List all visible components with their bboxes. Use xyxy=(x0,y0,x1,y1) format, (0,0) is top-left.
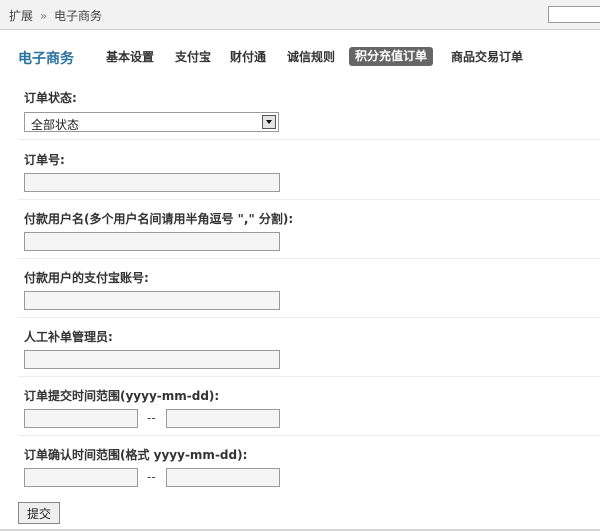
order-no-input[interactable] xyxy=(24,173,280,192)
section-nav: 电子商务 基本设置 支付宝 财付通 诚信规则 积分充值订单 商品交易订单 xyxy=(0,44,600,70)
submit-range-label: 订单提交时间范围(yyyy-mm-dd): xyxy=(24,389,220,403)
breadcrumb-separator: » xyxy=(39,9,48,23)
order-no-label: 订单号: xyxy=(24,153,65,167)
confirm-range-label: 订单确认时间范围(格式 yyyy-mm-dd): xyxy=(24,448,248,462)
row-divider xyxy=(18,258,600,259)
row-divider xyxy=(18,435,600,436)
payer-alipay-input[interactable] xyxy=(24,291,280,310)
tab-alipay[interactable]: 支付宝 xyxy=(175,48,211,67)
payer-username-input[interactable] xyxy=(24,232,280,251)
breadcrumb: 扩展 » 电子商务 xyxy=(9,7,102,24)
confirm-range-separator: -- xyxy=(147,470,156,484)
section-title: 电子商务 xyxy=(18,51,74,67)
manual-admin-label: 人工补单管理员: xyxy=(24,330,113,344)
chevron-down-icon[interactable] xyxy=(262,115,276,129)
breadcrumb-parent[interactable]: 扩展 xyxy=(9,9,33,23)
breadcrumb-current: 电子商务 xyxy=(54,9,103,23)
tab-trade-orders[interactable]: 商品交易订单 xyxy=(451,48,523,67)
tab-tenpay[interactable]: 财付通 xyxy=(230,48,266,67)
manual-admin-input[interactable] xyxy=(24,350,280,369)
payer-username-label: 付款用户名(多个用户名间请用半角逗号 "," 分割): xyxy=(24,212,294,226)
top-search-input[interactable] xyxy=(548,6,600,23)
tab-credit-rules[interactable]: 诚信规则 xyxy=(287,48,335,67)
order-status-select[interactable]: 全部状态 xyxy=(24,112,279,132)
order-status-selected: 全部状态 xyxy=(31,118,80,132)
submit-range-separator: -- xyxy=(147,411,156,425)
order-status-label: 订单状态: xyxy=(24,91,77,105)
row-divider xyxy=(18,139,600,140)
row-divider xyxy=(18,317,600,318)
confirm-range-from-input[interactable] xyxy=(24,468,138,487)
row-divider xyxy=(18,199,600,200)
row-divider xyxy=(18,376,600,377)
confirm-range-to-input[interactable] xyxy=(166,468,280,487)
submit-button[interactable]: 提交 xyxy=(18,502,60,524)
top-bar: 扩展 » 电子商务 xyxy=(0,0,600,30)
tab-basic-settings[interactable]: 基本设置 xyxy=(106,48,154,67)
submit-range-from-input[interactable] xyxy=(24,409,138,428)
submit-range-to-input[interactable] xyxy=(166,409,280,428)
payer-alipay-label: 付款用户的支付宝账号: xyxy=(24,271,149,285)
tab-credit-orders[interactable]: 积分充值订单 xyxy=(349,47,434,66)
